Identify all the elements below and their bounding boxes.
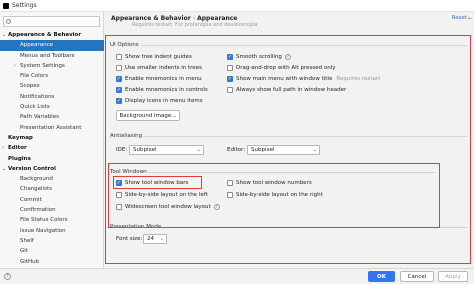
search-input[interactable] (3, 16, 100, 27)
sidebar-item-label: Notifications (20, 93, 55, 100)
reset-link[interactable]: Reset (452, 15, 467, 21)
sidebar-item-file-colors[interactable]: File Colors (0, 71, 104, 81)
sidebar-item-label: Presentation Assistant (20, 124, 82, 131)
restart-hint: Requires restart. For protanopia and deu… (132, 22, 258, 28)
breadcrumb-parent[interactable]: Appearance & Behavior (111, 15, 191, 22)
sidebar-item-appearance[interactable]: Appearance (0, 40, 104, 51)
sidebar-item-label: System Settings (20, 62, 65, 69)
sidebar-item-path-variables[interactable]: Path Variables (0, 112, 104, 122)
sidebar-item-label: Issue Navigation (20, 227, 66, 234)
sidebar-item-git[interactable]: Git (0, 246, 104, 256)
cancel-button[interactable]: Cancel (400, 271, 434, 282)
sidebar-item-system-settings[interactable]: › System Settings (0, 61, 104, 71)
sidebar-item-label: Keymap (8, 134, 33, 141)
sidebar-item-label: Changelists (20, 186, 53, 193)
highlight-frame-panel (105, 35, 471, 264)
sidebar-item-version-control[interactable]: ⌄ Version Control (0, 164, 104, 174)
sidebar-item-issue-navigation[interactable]: Issue Navigation (0, 226, 104, 236)
chevron-right-icon[interactable]: › (14, 61, 16, 71)
sidebar-item-confirmation[interactable]: Confirmation (0, 205, 104, 215)
breadcrumb-separator: › (192, 15, 196, 22)
sidebar-item-file-status-colors[interactable]: File Status Colors (0, 215, 104, 225)
sidebar-item-menus-and-toolbars[interactable]: Menus and Toolbars (0, 51, 104, 61)
sidebar-item-keymap[interactable]: Keymap (0, 133, 104, 143)
sidebar-item-label: Path Variables (20, 114, 59, 121)
sidebar-item-scopes[interactable]: Scopes (0, 81, 104, 91)
sidebar-item-label: Menus and Toolbars (20, 52, 75, 59)
breadcrumb-current: Appearance (197, 15, 238, 22)
sidebar-item-appearance-behavior[interactable]: ⌄ Appearance & Behavior (0, 30, 104, 40)
sidebar-item-quick-lists[interactable]: Quick Lists (0, 102, 104, 112)
sidebar-item-label: Git (20, 248, 28, 255)
sidebar-item-notifications[interactable]: Notifications (0, 92, 104, 102)
sidebar-item-label: Quick Lists (20, 104, 50, 111)
ok-button[interactable]: OK (368, 271, 395, 282)
sidebar-item-changelists[interactable]: Changelists (0, 184, 104, 194)
sidebar-item-label: File Status Colors (20, 217, 68, 224)
sidebar-item-label: Editor (8, 145, 27, 152)
sidebar-item-label: Confirmation (20, 207, 56, 214)
sidebar-item-commit[interactable]: Commit (0, 195, 104, 205)
sidebar-item-label: GitHub (20, 258, 40, 265)
settings-tree: ⌄ Appearance & Behavior Appearance Menus an… (0, 30, 104, 277)
sidebar-item-github[interactable]: GitHub (0, 257, 104, 267)
sidebar-item-label: File Colors (20, 73, 49, 80)
sidebar-item-plugins[interactable]: Plugins (0, 154, 104, 164)
appearance-panel: Appearance & Behavior › Appearance Reset ←… (105, 12, 474, 268)
sidebar-item-editor[interactable]: › Editor (0, 143, 104, 153)
window-title: Settings (12, 2, 37, 9)
apply-button[interactable]: Apply (438, 271, 468, 282)
sidebar-item-presentation-assistant[interactable]: Presentation Assistant (0, 123, 104, 133)
app-icon (3, 2, 9, 9)
search-icon (6, 19, 11, 24)
breadcrumb: Appearance & Behavior › Appearance (111, 15, 237, 22)
chevron-right-icon[interactable]: › (2, 143, 4, 153)
sidebar-item-label: Commit (20, 196, 42, 203)
sidebar-item-background[interactable]: Background (0, 174, 104, 184)
sidebar-item-label: Shelf (20, 237, 34, 244)
title-bar: Settings (0, 0, 474, 12)
sidebar-item-label: Background (20, 176, 53, 183)
sidebar-item-label: Appearance (20, 42, 54, 49)
help-icon[interactable]: ? (4, 273, 11, 280)
sidebar-item-label: Scopes (20, 83, 40, 90)
sidebar-item-label: Plugins (8, 155, 31, 162)
dialog-footer: ? OK Cancel Apply (0, 268, 474, 284)
chevron-down-icon[interactable]: ⌄ (2, 30, 6, 40)
back-arrow-icon[interactable]: ← (468, 15, 473, 22)
chevron-down-icon[interactable]: ⌄ (2, 164, 6, 174)
sidebar-item-label: Appearance & Behavior (8, 32, 82, 38)
sidebar-item-shelf[interactable]: Shelf (0, 236, 104, 246)
sidebar-item-label: Version Control (8, 165, 56, 172)
highlight-frame-tool-windows (108, 163, 440, 228)
highlight-frame-tool-window-bars (113, 176, 202, 189)
settings-sidebar: ⌄ Appearance & Behavior Appearance Menus an… (0, 12, 104, 275)
